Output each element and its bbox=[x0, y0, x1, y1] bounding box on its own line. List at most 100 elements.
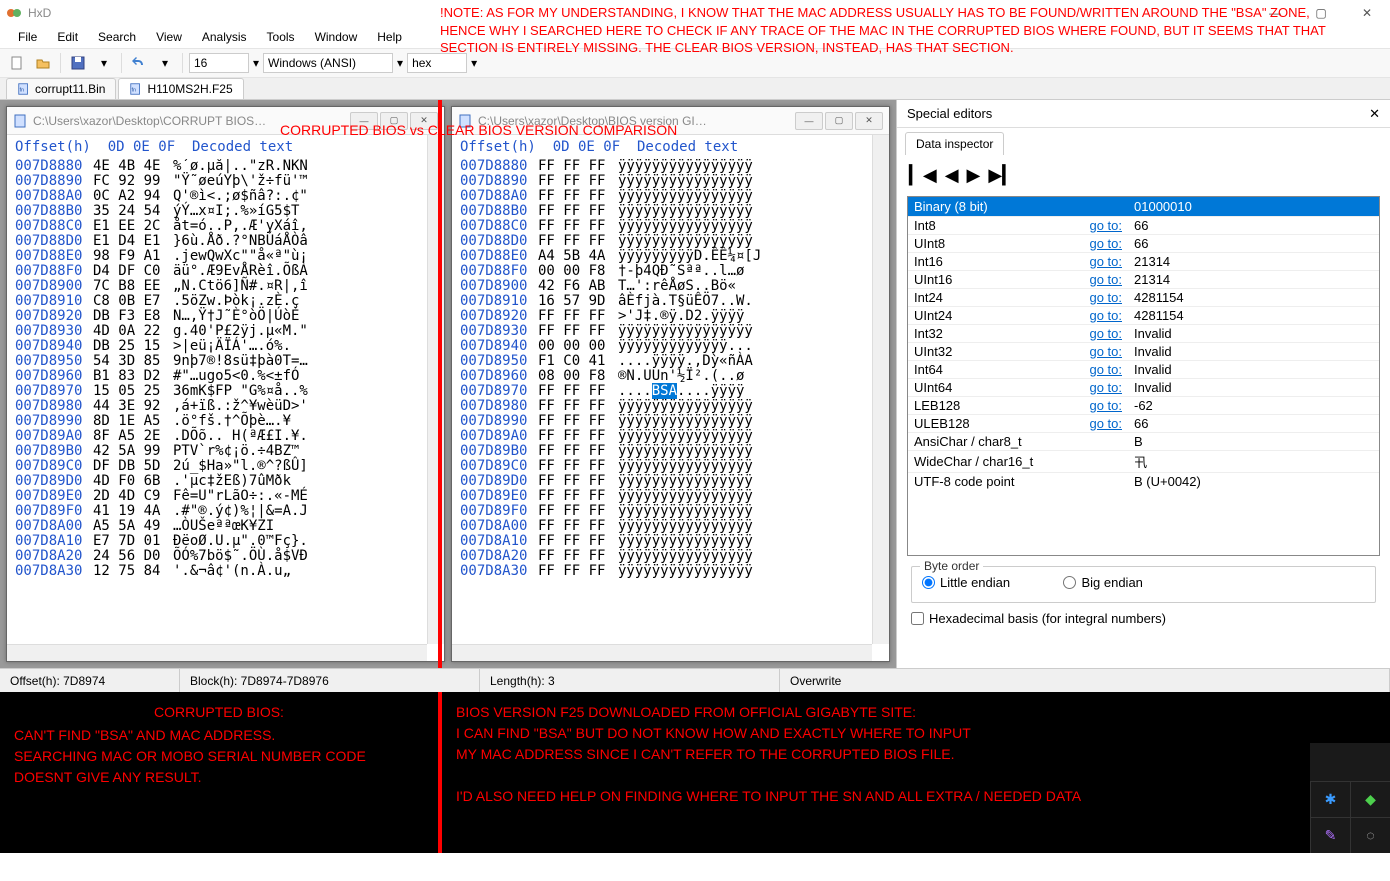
nav-next-icon[interactable]: ▶ bbox=[967, 165, 981, 186]
minimize-button[interactable]: — bbox=[1252, 0, 1298, 26]
inspector-type: UInt64 bbox=[908, 379, 1068, 397]
data-inspector-tab[interactable]: Data inspector bbox=[905, 132, 1004, 155]
goto-link[interactable]: go to: bbox=[1089, 380, 1122, 395]
menu-edit[interactable]: Edit bbox=[49, 28, 86, 46]
goto-link[interactable]: go to: bbox=[1089, 218, 1122, 233]
menu-analysis[interactable]: Analysis bbox=[194, 28, 255, 46]
open-file-icon[interactable] bbox=[32, 52, 54, 74]
maximize-button[interactable]: ▢ bbox=[1298, 0, 1344, 26]
save-dropdown-icon[interactable]: ▾ bbox=[93, 52, 115, 74]
inspector-value: 66 bbox=[1128, 217, 1379, 235]
hex-rows[interactable]: 007D88804E 4B 4E %´ø.µå|.."zR.NKN007D889… bbox=[7, 159, 444, 661]
close-button[interactable]: ✕ bbox=[1344, 0, 1390, 26]
datatype-combo[interactable] bbox=[407, 53, 467, 73]
toolbar: ▾ ▾ ▾ ▾ ▾ bbox=[0, 48, 1390, 78]
inspector-type: Int32 bbox=[908, 325, 1068, 343]
status-mode: Overwrite bbox=[780, 669, 1390, 692]
brush-icon[interactable]: ✎ bbox=[1310, 817, 1350, 853]
inspector-value: 66 bbox=[1128, 415, 1379, 433]
inspector-value: 21314 bbox=[1128, 253, 1379, 271]
goto-link[interactable]: go to: bbox=[1089, 290, 1122, 305]
panel-close-icon[interactable]: ✕ bbox=[1369, 106, 1380, 122]
hex-file-icon bbox=[458, 113, 474, 129]
little-endian-radio[interactable]: Little endian bbox=[922, 575, 1010, 590]
menu-file[interactable]: File bbox=[10, 28, 45, 46]
new-file-icon[interactable] bbox=[6, 52, 28, 74]
data-inspector-table[interactable]: Binary (8 bit)01000010Int8go to:66UInt8g… bbox=[907, 196, 1380, 556]
app-logo-icon bbox=[6, 5, 22, 21]
win-close[interactable]: ✕ bbox=[410, 112, 438, 130]
hex-window-corrupted: C:\Users\xazor\Desktop\CORRUPT BIOS… — ▢… bbox=[6, 106, 445, 662]
discord-icon[interactable]: ◌ bbox=[1350, 817, 1390, 853]
tab-corrupt11[interactable]: fn corrupt11.Bin bbox=[6, 78, 116, 99]
menu-tools[interactable]: Tools bbox=[259, 28, 303, 46]
hex-rows[interactable]: 007D8880FF FF FF ÿÿÿÿÿÿÿÿÿÿÿÿÿÿÿÿ007D889… bbox=[452, 159, 889, 661]
win-minimize[interactable]: — bbox=[795, 112, 823, 130]
right-annotation-body: I CAN FIND "BSA" BUT DO NOT KNOW HOW AND… bbox=[456, 723, 1376, 807]
inspector-type: Int8 bbox=[908, 217, 1068, 235]
goto-link[interactable]: go to: bbox=[1089, 344, 1122, 359]
inspector-type: UTF-8 code point bbox=[908, 473, 1068, 491]
goto-link[interactable]: go to: bbox=[1089, 236, 1122, 251]
goto-link[interactable]: go to: bbox=[1089, 308, 1122, 323]
inspector-nav: ▎◀ ◀ ▶ ▶▎ bbox=[897, 155, 1390, 196]
goto-link[interactable]: go to: bbox=[1089, 254, 1122, 269]
big-endian-radio[interactable]: Big endian bbox=[1063, 575, 1142, 590]
menu-help[interactable]: Help bbox=[369, 28, 410, 46]
goto-link[interactable]: go to: bbox=[1089, 398, 1122, 413]
inspector-value: 4281154 bbox=[1128, 307, 1379, 325]
status-block: Block(h): 7D8974-7D8976 bbox=[180, 669, 480, 692]
goto-link[interactable]: go to: bbox=[1089, 326, 1122, 341]
bluetooth-icon[interactable]: ✱ bbox=[1310, 781, 1350, 817]
inspector-type: UInt16 bbox=[908, 271, 1068, 289]
goto-link[interactable]: go to: bbox=[1089, 362, 1122, 377]
inspector-type: UInt32 bbox=[908, 343, 1068, 361]
hex-column-header: Offset(h) 0D 0E 0F Decoded text bbox=[7, 135, 444, 159]
inspector-value: 卂 bbox=[1128, 451, 1379, 473]
hex-basis-checkbox[interactable]: Hexadecimal basis (for integral numbers) bbox=[911, 611, 1376, 626]
shield-icon[interactable]: ◆ bbox=[1350, 781, 1390, 817]
file-tabbar: fn corrupt11.Bin fn H110MS2H.F25 bbox=[0, 78, 1390, 100]
scrollbar-vertical[interactable] bbox=[872, 135, 889, 644]
tab-label: H110MS2H.F25 bbox=[147, 82, 232, 96]
redo-icon[interactable]: ▾ bbox=[154, 52, 176, 74]
byte-order-legend: Byte order bbox=[920, 559, 983, 573]
scrollbar-horizontal[interactable] bbox=[452, 644, 872, 661]
titlebar: HxD — ▢ ✕ bbox=[0, 0, 1390, 26]
win-minimize[interactable]: — bbox=[350, 112, 378, 130]
app-title: HxD bbox=[28, 6, 51, 20]
win-maximize[interactable]: ▢ bbox=[825, 112, 853, 130]
inspector-type: Int16 bbox=[908, 253, 1068, 271]
nav-first-icon[interactable]: ▎◀ bbox=[909, 165, 937, 186]
scrollbar-horizontal[interactable] bbox=[7, 644, 427, 661]
goto-link[interactable]: go to: bbox=[1089, 416, 1122, 431]
inspector-type: AnsiChar / char8_t bbox=[908, 433, 1068, 451]
inspector-type: Int64 bbox=[908, 361, 1068, 379]
inspector-value: B bbox=[1128, 433, 1379, 451]
encoding-combo[interactable] bbox=[263, 53, 393, 73]
inspector-value: -62 bbox=[1128, 397, 1379, 415]
nav-last-icon[interactable]: ▶▎ bbox=[988, 165, 1016, 186]
hex-file-icon: fn bbox=[17, 82, 31, 96]
annotation-divider bbox=[438, 100, 442, 668]
menu-view[interactable]: View bbox=[148, 28, 190, 46]
save-icon[interactable] bbox=[67, 52, 89, 74]
win-close[interactable]: ✕ bbox=[855, 112, 883, 130]
hex-window-clear: C:\Users\xazor\Desktop\BIOS version GI… … bbox=[451, 106, 890, 662]
bytes-per-row-input[interactable] bbox=[189, 53, 249, 73]
menu-window[interactable]: Window bbox=[307, 28, 366, 46]
goto-link[interactable]: go to: bbox=[1089, 272, 1122, 287]
inspector-type: WideChar / char16_t bbox=[908, 451, 1068, 473]
inspector-type: ULEB128 bbox=[908, 415, 1068, 433]
win-maximize[interactable]: ▢ bbox=[380, 112, 408, 130]
byte-order-group: Byte order Little endian Big endian bbox=[911, 566, 1376, 603]
inspector-value: Invalid bbox=[1128, 361, 1379, 379]
right-annotation-title: BIOS VERSION F25 DOWNLOADED FROM OFFICIA… bbox=[456, 702, 1376, 723]
undo-icon[interactable] bbox=[128, 52, 150, 74]
inspector-value: 21314 bbox=[1128, 271, 1379, 289]
inspector-value: Invalid bbox=[1128, 343, 1379, 361]
menu-search[interactable]: Search bbox=[90, 28, 144, 46]
window-title: C:\Users\xazor\Desktop\BIOS version GI… bbox=[478, 114, 707, 128]
nav-prev-icon[interactable]: ◀ bbox=[945, 165, 959, 186]
tab-h110ms2h[interactable]: fn H110MS2H.F25 bbox=[118, 78, 243, 99]
